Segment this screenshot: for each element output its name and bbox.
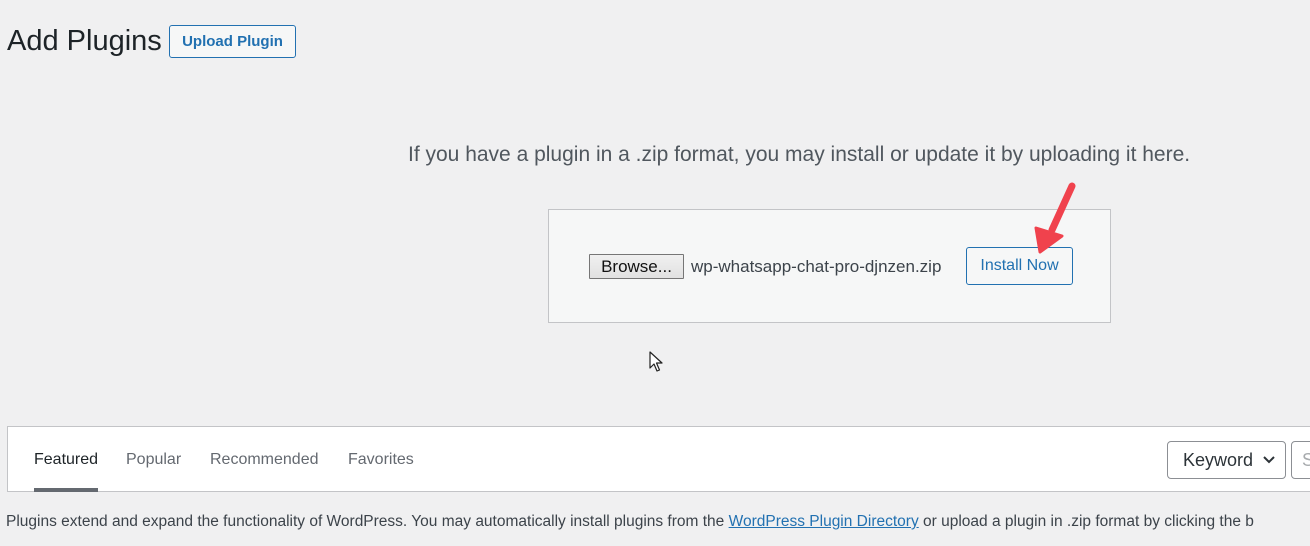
intro-text-after: or upload a plugin in .zip format by cli… — [918, 513, 1254, 530]
search-type-value: Keyword — [1183, 449, 1254, 470]
plugin-filter-bar: Featured Popular Recommended Favorites K… — [7, 426, 1310, 492]
intro-text-before: Plugins extend and expand the functional… — [6, 513, 729, 530]
upload-plugin-button[interactable]: Upload Plugin — [169, 25, 296, 58]
red-arrow-annotation-icon — [1034, 182, 1076, 254]
search-placeholder: S — [1302, 450, 1310, 471]
upload-form: Browse... wp-whatsapp-chat-pro-djnzen.zi… — [548, 209, 1111, 323]
tab-featured[interactable]: Featured — [34, 427, 99, 492]
plugin-directory-link[interactable]: WordPress Plugin Directory — [729, 513, 919, 530]
tab-favorites[interactable]: Favorites — [348, 427, 414, 492]
search-type-select[interactable]: Keyword — [1167, 441, 1286, 479]
plugins-intro-text: Plugins extend and expand the functional… — [6, 513, 1254, 531]
mouse-cursor-icon — [649, 351, 663, 372]
browse-button[interactable]: Browse... — [589, 254, 684, 279]
chevron-down-icon — [1263, 456, 1275, 464]
tab-recommended[interactable]: Recommended — [210, 427, 319, 492]
tab-popular[interactable]: Popular — [126, 427, 181, 492]
upload-help-text: If you have a plugin in a .zip format, y… — [408, 143, 1191, 166]
page-title: Add Plugins — [7, 25, 162, 57]
selected-file-name: wp-whatsapp-chat-pro-djnzen.zip — [691, 257, 942, 276]
search-plugins-input[interactable]: S — [1291, 441, 1310, 479]
